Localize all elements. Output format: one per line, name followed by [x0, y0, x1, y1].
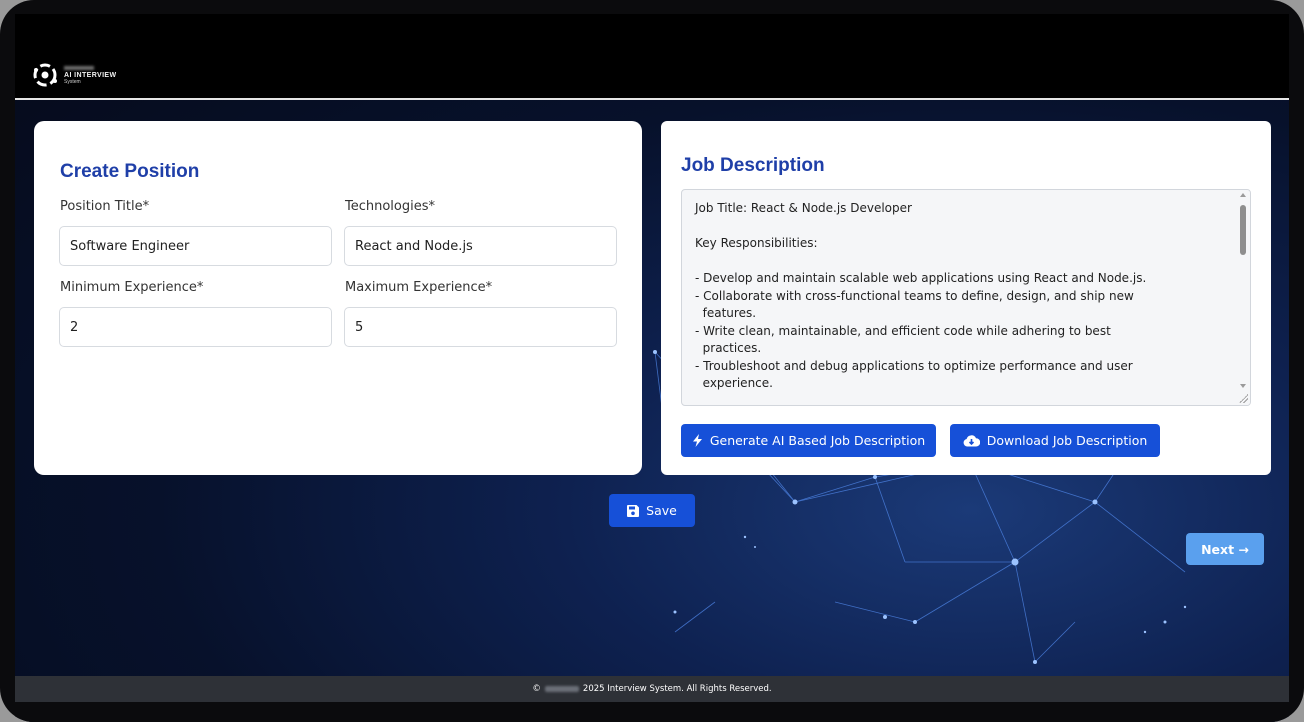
app-screen: AI INTERVIEW System Create Position Posi…: [15, 14, 1289, 722]
job-description-title: Job Description: [681, 155, 825, 176]
save-button-label: Save: [646, 503, 677, 518]
create-position-card: Create Position Position Title* Technolo…: [34, 121, 642, 475]
textarea-scrollbar[interactable]: [1236, 190, 1250, 405]
create-position-title: Create Position: [60, 161, 200, 182]
scroll-down-arrow-icon[interactable]: [1240, 384, 1246, 388]
floppy-disk-icon: [627, 504, 640, 517]
position-title-label: Position Title*: [60, 199, 150, 214]
job-description-text: Job Title: React & Node.js Developer Key…: [695, 201, 1147, 390]
cloud-download-icon: [963, 435, 980, 447]
next-button[interactable]: Next →: [1186, 533, 1264, 565]
job-description-textarea[interactable]: Job Title: React & Node.js Developer Key…: [681, 189, 1251, 406]
download-button-label: Download Job Description: [986, 433, 1148, 448]
technologies-input[interactable]: [344, 226, 617, 266]
logo-sub-text: System: [64, 78, 81, 85]
lightning-bolt-icon: [692, 434, 702, 447]
save-button[interactable]: Save: [609, 494, 695, 527]
footer-blurred-company: [544, 686, 579, 692]
logo-main-text: AI INTERVIEW: [64, 71, 117, 79]
generate-job-description-button[interactable]: Generate AI Based Job Description: [681, 424, 936, 457]
min-experience-label: Minimum Experience*: [60, 280, 204, 295]
position-title-input[interactable]: [59, 226, 332, 266]
max-experience-input[interactable]: [344, 307, 617, 347]
device-frame: AI INTERVIEW System Create Position Posi…: [0, 0, 1304, 722]
job-description-card: Job Description Job Title: React & Node.…: [661, 121, 1271, 475]
app-logo[interactable]: AI INTERVIEW System: [32, 62, 117, 88]
top-navbar: AI INTERVIEW System: [15, 14, 1289, 100]
next-button-label: Next →: [1201, 541, 1249, 557]
bottom-bezel: [15, 702, 1289, 722]
scroll-thumb[interactable]: [1240, 205, 1246, 255]
logo-blurred-name: [64, 65, 94, 70]
footer-bar: © 2025 Interview System. All Rights Rese…: [15, 676, 1289, 702]
copyright-symbol: ©: [532, 684, 541, 694]
textarea-resize-handle[interactable]: [1239, 394, 1248, 403]
generate-button-label: Generate AI Based Job Description: [709, 433, 926, 448]
footer-text: 2025 Interview System. All Rights Reserv…: [582, 684, 772, 694]
download-job-description-button[interactable]: Download Job Description: [950, 424, 1160, 457]
scroll-up-arrow-icon[interactable]: [1240, 193, 1246, 197]
logo-text: AI INTERVIEW System: [64, 65, 117, 85]
logo-icon: [33, 63, 57, 87]
min-experience-input[interactable]: [59, 307, 332, 347]
technologies-label: Technologies*: [345, 199, 436, 214]
max-experience-label: Maximum Experience*: [345, 280, 493, 295]
